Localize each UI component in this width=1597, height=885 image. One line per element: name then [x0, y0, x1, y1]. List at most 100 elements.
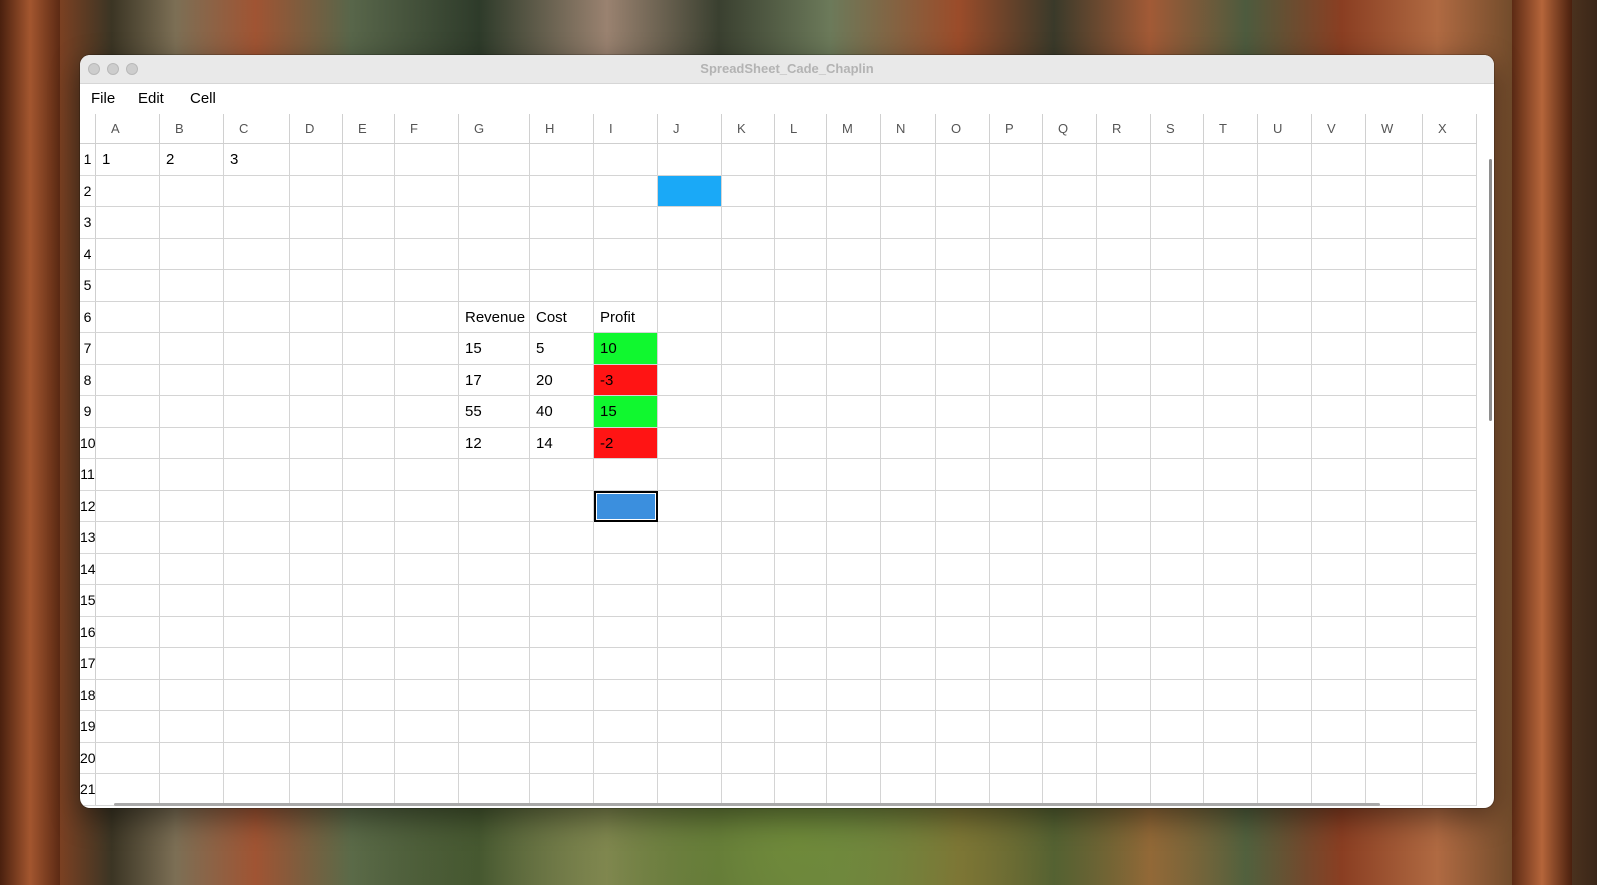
- cell-r18[interactable]: [1097, 679, 1151, 711]
- cell-g12[interactable]: [459, 490, 530, 522]
- cell-t11[interactable]: [1204, 459, 1258, 491]
- row-header-2[interactable]: 2: [80, 175, 96, 207]
- cell-n14[interactable]: [881, 553, 936, 585]
- cell-o9[interactable]: [936, 396, 990, 428]
- cell-h17[interactable]: [530, 648, 594, 680]
- cell-v20[interactable]: [1312, 742, 1366, 774]
- cell-o4[interactable]: [936, 238, 990, 270]
- cell-q21[interactable]: [1043, 774, 1097, 806]
- cell-b8[interactable]: [160, 364, 224, 396]
- cell-a14[interactable]: [96, 553, 160, 585]
- cell-l20[interactable]: [775, 742, 827, 774]
- cell-k17[interactable]: [722, 648, 775, 680]
- cell-n13[interactable]: [881, 522, 936, 554]
- cell-n2[interactable]: [881, 175, 936, 207]
- cell-j18[interactable]: [658, 679, 722, 711]
- cell-q19[interactable]: [1043, 711, 1097, 743]
- cell-e1[interactable]: [343, 144, 395, 176]
- cell-w6[interactable]: [1366, 301, 1423, 333]
- cell-k13[interactable]: [722, 522, 775, 554]
- cell-w9[interactable]: [1366, 396, 1423, 428]
- cell-e15[interactable]: [343, 585, 395, 617]
- cell-f1[interactable]: [395, 144, 459, 176]
- row-header-13[interactable]: 13: [80, 522, 96, 554]
- cell-v13[interactable]: [1312, 522, 1366, 554]
- cell-l5[interactable]: [775, 270, 827, 302]
- cell-o16[interactable]: [936, 616, 990, 648]
- cell-d18[interactable]: [290, 679, 343, 711]
- cell-s7[interactable]: [1151, 333, 1204, 365]
- cell-r5[interactable]: [1097, 270, 1151, 302]
- menu-file[interactable]: File: [91, 90, 115, 107]
- cell-h13[interactable]: [530, 522, 594, 554]
- row-header-1[interactable]: 1: [80, 144, 96, 176]
- cell-j12[interactable]: [658, 490, 722, 522]
- cell-p6[interactable]: [990, 301, 1043, 333]
- cell-m5[interactable]: [827, 270, 881, 302]
- cell-e10[interactable]: [343, 427, 395, 459]
- cell-i21[interactable]: [594, 774, 658, 806]
- cell-a15[interactable]: [96, 585, 160, 617]
- cell-n4[interactable]: [881, 238, 936, 270]
- cell-h12[interactable]: [530, 490, 594, 522]
- cell-b12[interactable]: [160, 490, 224, 522]
- cell-i7[interactable]: 10: [594, 333, 658, 365]
- cell-e4[interactable]: [343, 238, 395, 270]
- cell-c2[interactable]: [224, 175, 290, 207]
- cell-w5[interactable]: [1366, 270, 1423, 302]
- cell-a21[interactable]: [96, 774, 160, 806]
- cell-q3[interactable]: [1043, 207, 1097, 239]
- cell-r21[interactable]: [1097, 774, 1151, 806]
- cell-n8[interactable]: [881, 364, 936, 396]
- cell-o18[interactable]: [936, 679, 990, 711]
- cell-x11[interactable]: [1423, 459, 1477, 491]
- cell-s17[interactable]: [1151, 648, 1204, 680]
- row-header-19[interactable]: 19: [80, 711, 96, 743]
- cell-g21[interactable]: [459, 774, 530, 806]
- cell-o8[interactable]: [936, 364, 990, 396]
- cell-x10[interactable]: [1423, 427, 1477, 459]
- cell-u12[interactable]: [1258, 490, 1312, 522]
- column-header-w[interactable]: W: [1366, 114, 1423, 144]
- cell-e14[interactable]: [343, 553, 395, 585]
- cell-w17[interactable]: [1366, 648, 1423, 680]
- cell-l2[interactable]: [775, 175, 827, 207]
- cell-o19[interactable]: [936, 711, 990, 743]
- cell-f14[interactable]: [395, 553, 459, 585]
- cell-d21[interactable]: [290, 774, 343, 806]
- cell-h5[interactable]: [530, 270, 594, 302]
- cell-h18[interactable]: [530, 679, 594, 711]
- cell-k7[interactable]: [722, 333, 775, 365]
- cell-q4[interactable]: [1043, 238, 1097, 270]
- row-header-17[interactable]: 17: [80, 648, 96, 680]
- cell-n19[interactable]: [881, 711, 936, 743]
- cell-d20[interactable]: [290, 742, 343, 774]
- menu-cell[interactable]: Cell: [190, 90, 216, 107]
- cell-u1[interactable]: [1258, 144, 1312, 176]
- cell-b4[interactable]: [160, 238, 224, 270]
- cell-g4[interactable]: [459, 238, 530, 270]
- cell-x14[interactable]: [1423, 553, 1477, 585]
- cell-g6[interactable]: Revenue: [459, 301, 530, 333]
- cell-l13[interactable]: [775, 522, 827, 554]
- row-header-12[interactable]: 12: [80, 490, 96, 522]
- cell-j20[interactable]: [658, 742, 722, 774]
- cell-t19[interactable]: [1204, 711, 1258, 743]
- cell-k5[interactable]: [722, 270, 775, 302]
- cell-j14[interactable]: [658, 553, 722, 585]
- cell-s8[interactable]: [1151, 364, 1204, 396]
- cell-l21[interactable]: [775, 774, 827, 806]
- cell-b14[interactable]: [160, 553, 224, 585]
- cell-i1[interactable]: [594, 144, 658, 176]
- cell-o20[interactable]: [936, 742, 990, 774]
- cell-e8[interactable]: [343, 364, 395, 396]
- row-header-21[interactable]: 21: [80, 774, 96, 806]
- cell-d6[interactable]: [290, 301, 343, 333]
- cell-c14[interactable]: [224, 553, 290, 585]
- row-header-20[interactable]: 20: [80, 742, 96, 774]
- cell-e12[interactable]: [343, 490, 395, 522]
- cell-q7[interactable]: [1043, 333, 1097, 365]
- cell-l17[interactable]: [775, 648, 827, 680]
- cell-w18[interactable]: [1366, 679, 1423, 711]
- cell-o2[interactable]: [936, 175, 990, 207]
